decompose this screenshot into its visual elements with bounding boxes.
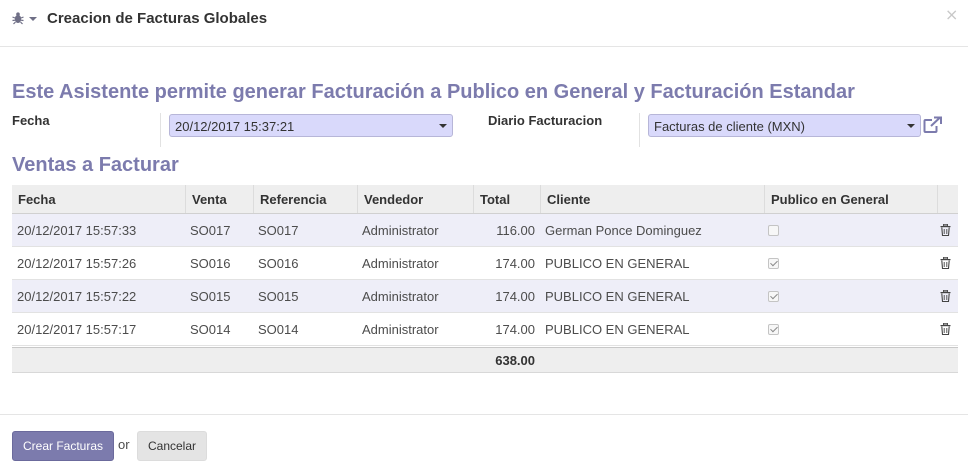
cell-venta: SO017 (190, 222, 231, 238)
publico-checkbox[interactable] (768, 224, 779, 236)
cell-total: 116.00 (496, 222, 535, 238)
cell-cliente: PUBLICO EN GENERAL (545, 255, 690, 271)
trash-icon[interactable] (940, 290, 951, 302)
cell-cliente: German Ponce Dominguez (545, 222, 702, 238)
cell-total: 174.00 (495, 321, 535, 337)
cell-total: 174.00 (495, 288, 535, 304)
column-header-publico[interactable]: Publico en General (765, 185, 938, 213)
trash-icon[interactable] (940, 257, 951, 269)
column-header-referencia[interactable]: Referencia (254, 185, 358, 213)
column-header-fecha[interactable]: Fecha (12, 185, 186, 213)
cell-venta: SO015 (190, 288, 231, 304)
cell-total: 174.00 (495, 255, 535, 271)
cell-vendedor: Administrator (362, 222, 439, 238)
diario-label: Diario Facturacion (488, 113, 603, 128)
cell-cliente: PUBLICO EN GENERAL (545, 288, 690, 304)
dialog-header: Creacion de Facturas Globales × (0, 0, 968, 47)
total-sum: 638.00 (495, 352, 535, 368)
external-link-icon[interactable] (923, 116, 943, 134)
table-header: Fecha Venta Referencia Vendedor Total Cl… (12, 185, 958, 214)
publico-checkbox[interactable] (768, 323, 779, 335)
trash-icon[interactable] (940, 224, 951, 236)
cell-venta: SO014 (190, 321, 231, 337)
intro-text: Este Asistente permite generar Facturaci… (12, 81, 855, 103)
create-invoices-button[interactable]: Crear Facturas (12, 431, 114, 461)
field-divider (160, 113, 161, 147)
publico-checkbox-cell (763, 247, 779, 279)
cancel-button[interactable]: Cancelar (137, 431, 207, 461)
diario-select[interactable]: Facturas de cliente (MXN) (648, 114, 921, 137)
publico-checkbox[interactable] (768, 257, 779, 269)
cell-referencia: SO016 (258, 255, 299, 271)
cell-fecha: 20/12/2017 15:57:22 (17, 288, 137, 304)
column-header-cliente[interactable]: Cliente (541, 185, 765, 213)
fecha-value: 20/12/2017 15:37:21 (175, 119, 295, 134)
field-divider (639, 113, 640, 147)
publico-checkbox[interactable] (768, 290, 779, 302)
column-header-total[interactable]: Total (474, 185, 541, 213)
cell-cliente: PUBLICO EN GENERAL (545, 321, 690, 337)
cell-vendedor: Administrator (362, 288, 439, 304)
cell-referencia: SO015 (258, 288, 299, 304)
fecha-label: Fecha (12, 113, 50, 128)
chevron-down-icon (439, 124, 447, 128)
table-row[interactable]: 20/12/2017 15:57:26 SO016 SO016 Administ… (12, 247, 958, 280)
column-header-venta[interactable]: Venta (186, 185, 254, 213)
trash-icon[interactable] (940, 323, 951, 335)
chevron-down-icon[interactable] (29, 17, 37, 21)
cell-venta: SO016 (190, 255, 231, 271)
or-label: or (118, 437, 130, 452)
cell-referencia: SO014 (258, 321, 299, 337)
fecha-field[interactable]: 20/12/2017 15:37:21 (169, 114, 453, 137)
bug-icon[interactable] (11, 11, 25, 25)
cell-vendedor: Administrator (362, 321, 439, 337)
publico-checkbox-cell (763, 313, 779, 345)
publico-checkbox-cell (763, 280, 779, 312)
chevron-down-icon (907, 124, 915, 128)
table-row[interactable]: 20/12/2017 15:57:17 SO014 SO014 Administ… (12, 313, 958, 346)
column-header-actions (938, 185, 958, 213)
cell-vendedor: Administrator (362, 255, 439, 271)
publico-checkbox-cell (763, 214, 779, 246)
table-footer: 638.00 (12, 347, 958, 373)
cell-fecha: 20/12/2017 15:57:26 (17, 255, 137, 271)
table-row[interactable]: 20/12/2017 15:57:33 SO017 SO017 Administ… (12, 214, 958, 247)
diario-value: Facturas de cliente (MXN) (654, 119, 805, 134)
cell-referencia: SO017 (258, 222, 299, 238)
cell-fecha: 20/12/2017 15:57:33 (17, 222, 137, 238)
dialog-title: Creacion de Facturas Globales (47, 10, 268, 27)
footer-divider (0, 414, 968, 415)
column-header-vendedor[interactable]: Vendedor (358, 185, 474, 213)
section-title: Ventas a Facturar (12, 154, 179, 176)
close-icon[interactable]: × (945, 5, 958, 24)
cell-fecha: 20/12/2017 15:57:17 (17, 321, 137, 337)
table-row[interactable]: 20/12/2017 15:57:22 SO015 SO015 Administ… (12, 280, 958, 313)
